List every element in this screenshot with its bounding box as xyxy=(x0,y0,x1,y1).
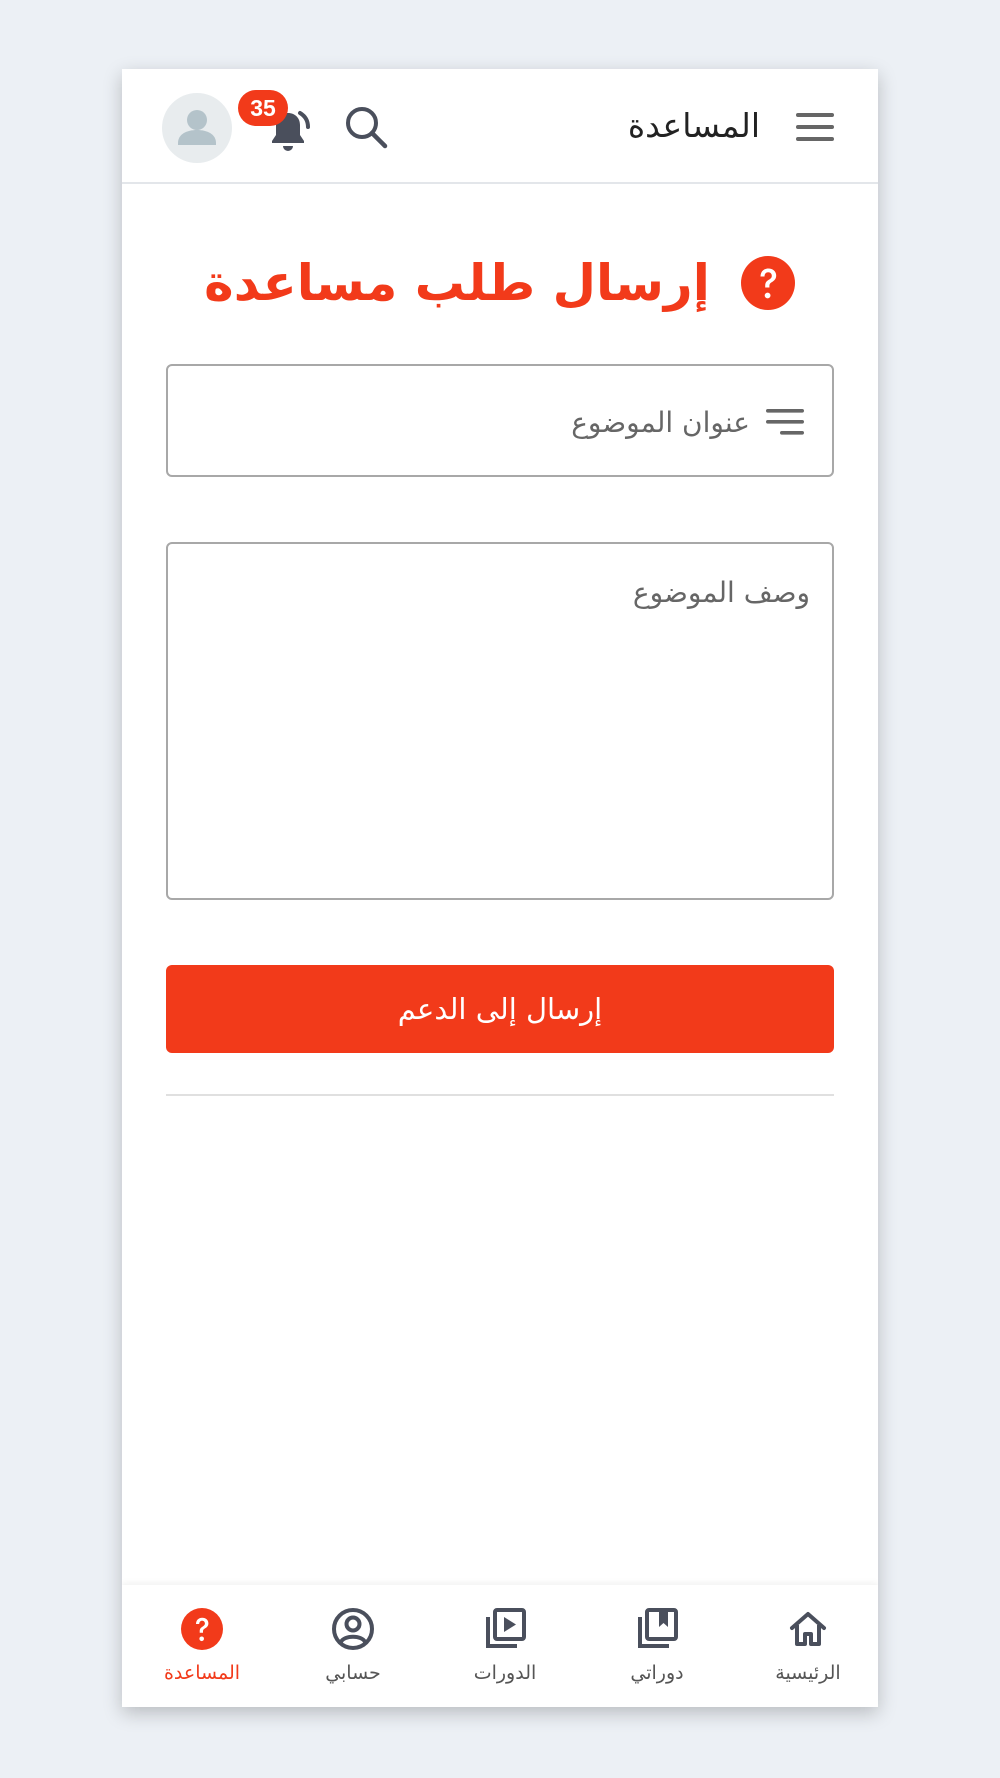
help-circle-icon xyxy=(740,256,795,310)
app-screen: المساعدة 35 إرسال طلب مساعدة عنوان الموض… xyxy=(122,69,878,1707)
description-field xyxy=(166,542,834,900)
nav-label-courses: الدورات xyxy=(473,1662,537,1684)
header-title: المساعدة xyxy=(627,106,760,145)
home-icon xyxy=(790,1612,826,1646)
description-textarea[interactable] xyxy=(188,574,812,878)
page-heading: إرسال طلب مساعدة xyxy=(122,247,878,319)
notification-count-badge: 35 xyxy=(238,90,288,126)
nav-item-my-courses[interactable]: دوراتي xyxy=(587,1607,727,1697)
nav-label-help: المساعدة xyxy=(163,1662,241,1684)
bottom-navigation: الرئيسية دوراتي الدورات حسابي المساعدة xyxy=(122,1585,878,1707)
nav-label-my-courses: دوراتي xyxy=(630,1662,684,1684)
search-button[interactable] xyxy=(344,105,388,149)
subject-input[interactable] xyxy=(208,396,752,448)
help-icon xyxy=(181,1608,223,1650)
account-circle-icon xyxy=(332,1608,374,1650)
divider xyxy=(166,1094,834,1096)
menu-icon xyxy=(796,113,834,141)
menu-button[interactable] xyxy=(796,113,834,141)
nav-item-help[interactable]: المساعدة xyxy=(132,1607,272,1697)
page-title: إرسال طلب مساعدة xyxy=(204,254,710,312)
nav-label-my-account: حسابي xyxy=(325,1662,381,1684)
nav-label-home: الرئيسية xyxy=(775,1662,841,1684)
nav-item-home[interactable]: الرئيسية xyxy=(738,1607,878,1697)
top-app-bar: المساعدة 35 xyxy=(122,69,878,184)
avatar[interactable] xyxy=(162,93,232,163)
nav-item-courses[interactable]: الدورات xyxy=(435,1607,575,1697)
bookmark-library-icon xyxy=(638,1608,678,1648)
nav-item-my-account[interactable]: حسابي xyxy=(283,1607,423,1697)
video-library-icon xyxy=(486,1608,526,1648)
user-avatar-icon xyxy=(178,110,216,145)
search-icon xyxy=(346,107,388,149)
subject-lines-icon xyxy=(766,409,804,435)
subject-field xyxy=(166,364,834,477)
submit-to-support-button[interactable]: إرسال إلى الدعم xyxy=(166,965,834,1053)
